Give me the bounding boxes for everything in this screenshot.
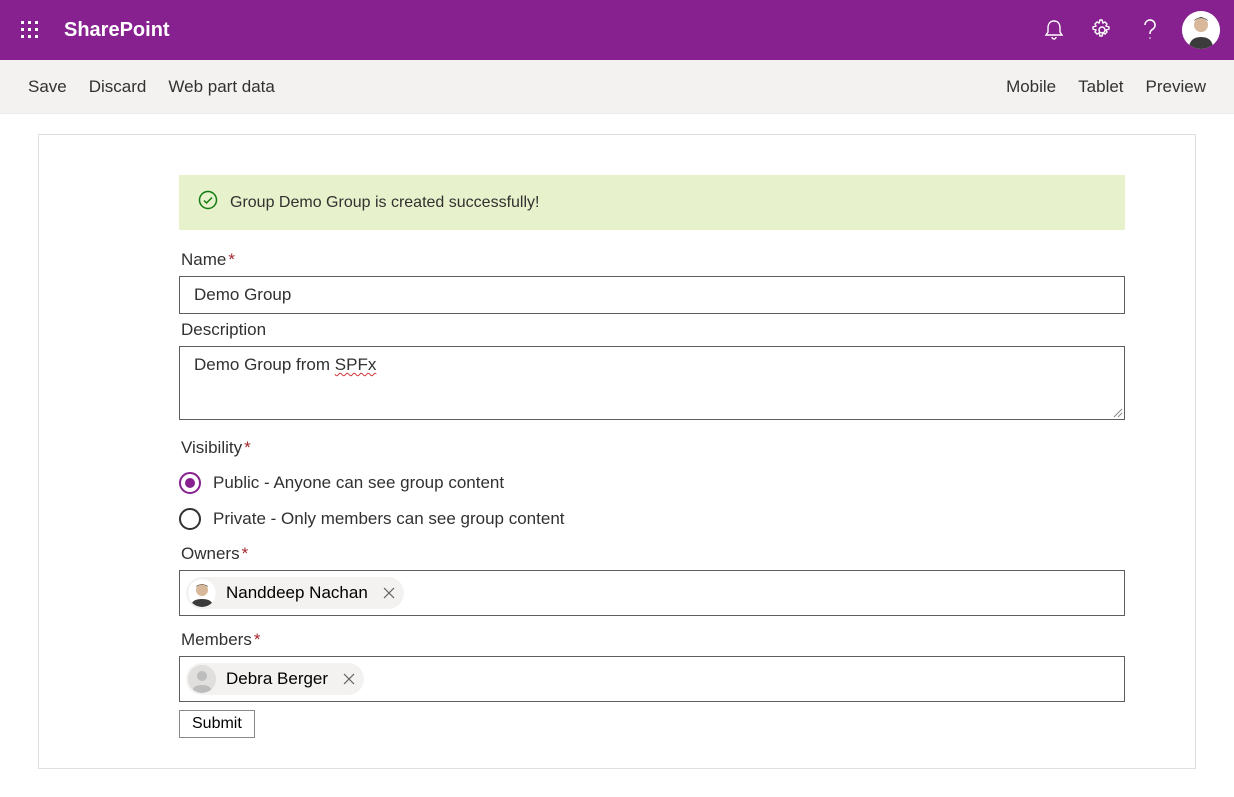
- remove-chip-icon[interactable]: [338, 668, 360, 690]
- people-chip: Nanddeep Nachan: [186, 577, 404, 609]
- owners-picker[interactable]: Nanddeep Nachan: [179, 570, 1125, 616]
- help-icon[interactable]: [1126, 6, 1174, 54]
- notifications-icon[interactable]: [1030, 6, 1078, 54]
- description-label: Description: [181, 320, 1125, 340]
- webpart-card: Group Demo Group is created successfully…: [38, 134, 1196, 769]
- owners-label: Owners*: [181, 544, 1125, 564]
- members-picker[interactable]: Debra Berger: [179, 656, 1125, 702]
- person-avatar-icon: [188, 579, 216, 607]
- command-bar: Save Discard Web part data Mobile Tablet…: [0, 60, 1234, 114]
- tablet-view-button[interactable]: Tablet: [1078, 77, 1123, 97]
- description-input[interactable]: Demo Group from SPFx: [179, 346, 1125, 420]
- discard-button[interactable]: Discard: [89, 77, 147, 97]
- person-placeholder-icon: [188, 665, 216, 693]
- success-message-bar: Group Demo Group is created successfully…: [179, 175, 1125, 230]
- visibility-option-public[interactable]: Public - Anyone can see group content: [179, 472, 1125, 494]
- visibility-label: Visibility*: [181, 438, 1125, 458]
- required-marker: *: [242, 544, 249, 563]
- mobile-view-button[interactable]: Mobile: [1006, 77, 1056, 97]
- success-message-text: Group Demo Group is created successfully…: [230, 194, 539, 212]
- radio-icon: [179, 508, 201, 530]
- people-chip: Debra Berger: [186, 663, 364, 695]
- required-marker: *: [254, 630, 261, 649]
- checkmark-circle-icon: [198, 190, 218, 215]
- chip-label: Debra Berger: [226, 669, 328, 689]
- app-launcher-icon[interactable]: [14, 14, 46, 46]
- resize-handle-icon[interactable]: [1113, 408, 1123, 418]
- name-label: Name*: [181, 250, 1125, 270]
- name-input[interactable]: [179, 276, 1125, 314]
- canvas: Group Demo Group is created successfully…: [0, 114, 1234, 789]
- visibility-option-private[interactable]: Private - Only members can see group con…: [179, 508, 1125, 530]
- chip-label: Nanddeep Nachan: [226, 583, 368, 603]
- user-avatar[interactable]: [1182, 11, 1220, 49]
- members-label: Members*: [181, 630, 1125, 650]
- spellcheck-word: SPFx: [335, 355, 377, 374]
- submit-button[interactable]: Submit: [179, 710, 255, 738]
- webpart-data-button[interactable]: Web part data: [168, 77, 274, 97]
- suite-header: SharePoint: [0, 0, 1234, 60]
- preview-button[interactable]: Preview: [1146, 77, 1206, 97]
- settings-icon[interactable]: [1078, 6, 1126, 54]
- required-marker: *: [244, 438, 251, 457]
- required-marker: *: [228, 250, 235, 269]
- save-button[interactable]: Save: [28, 77, 67, 97]
- app-title[interactable]: SharePoint: [64, 19, 170, 42]
- remove-chip-icon[interactable]: [378, 582, 400, 604]
- radio-icon: [179, 472, 201, 494]
